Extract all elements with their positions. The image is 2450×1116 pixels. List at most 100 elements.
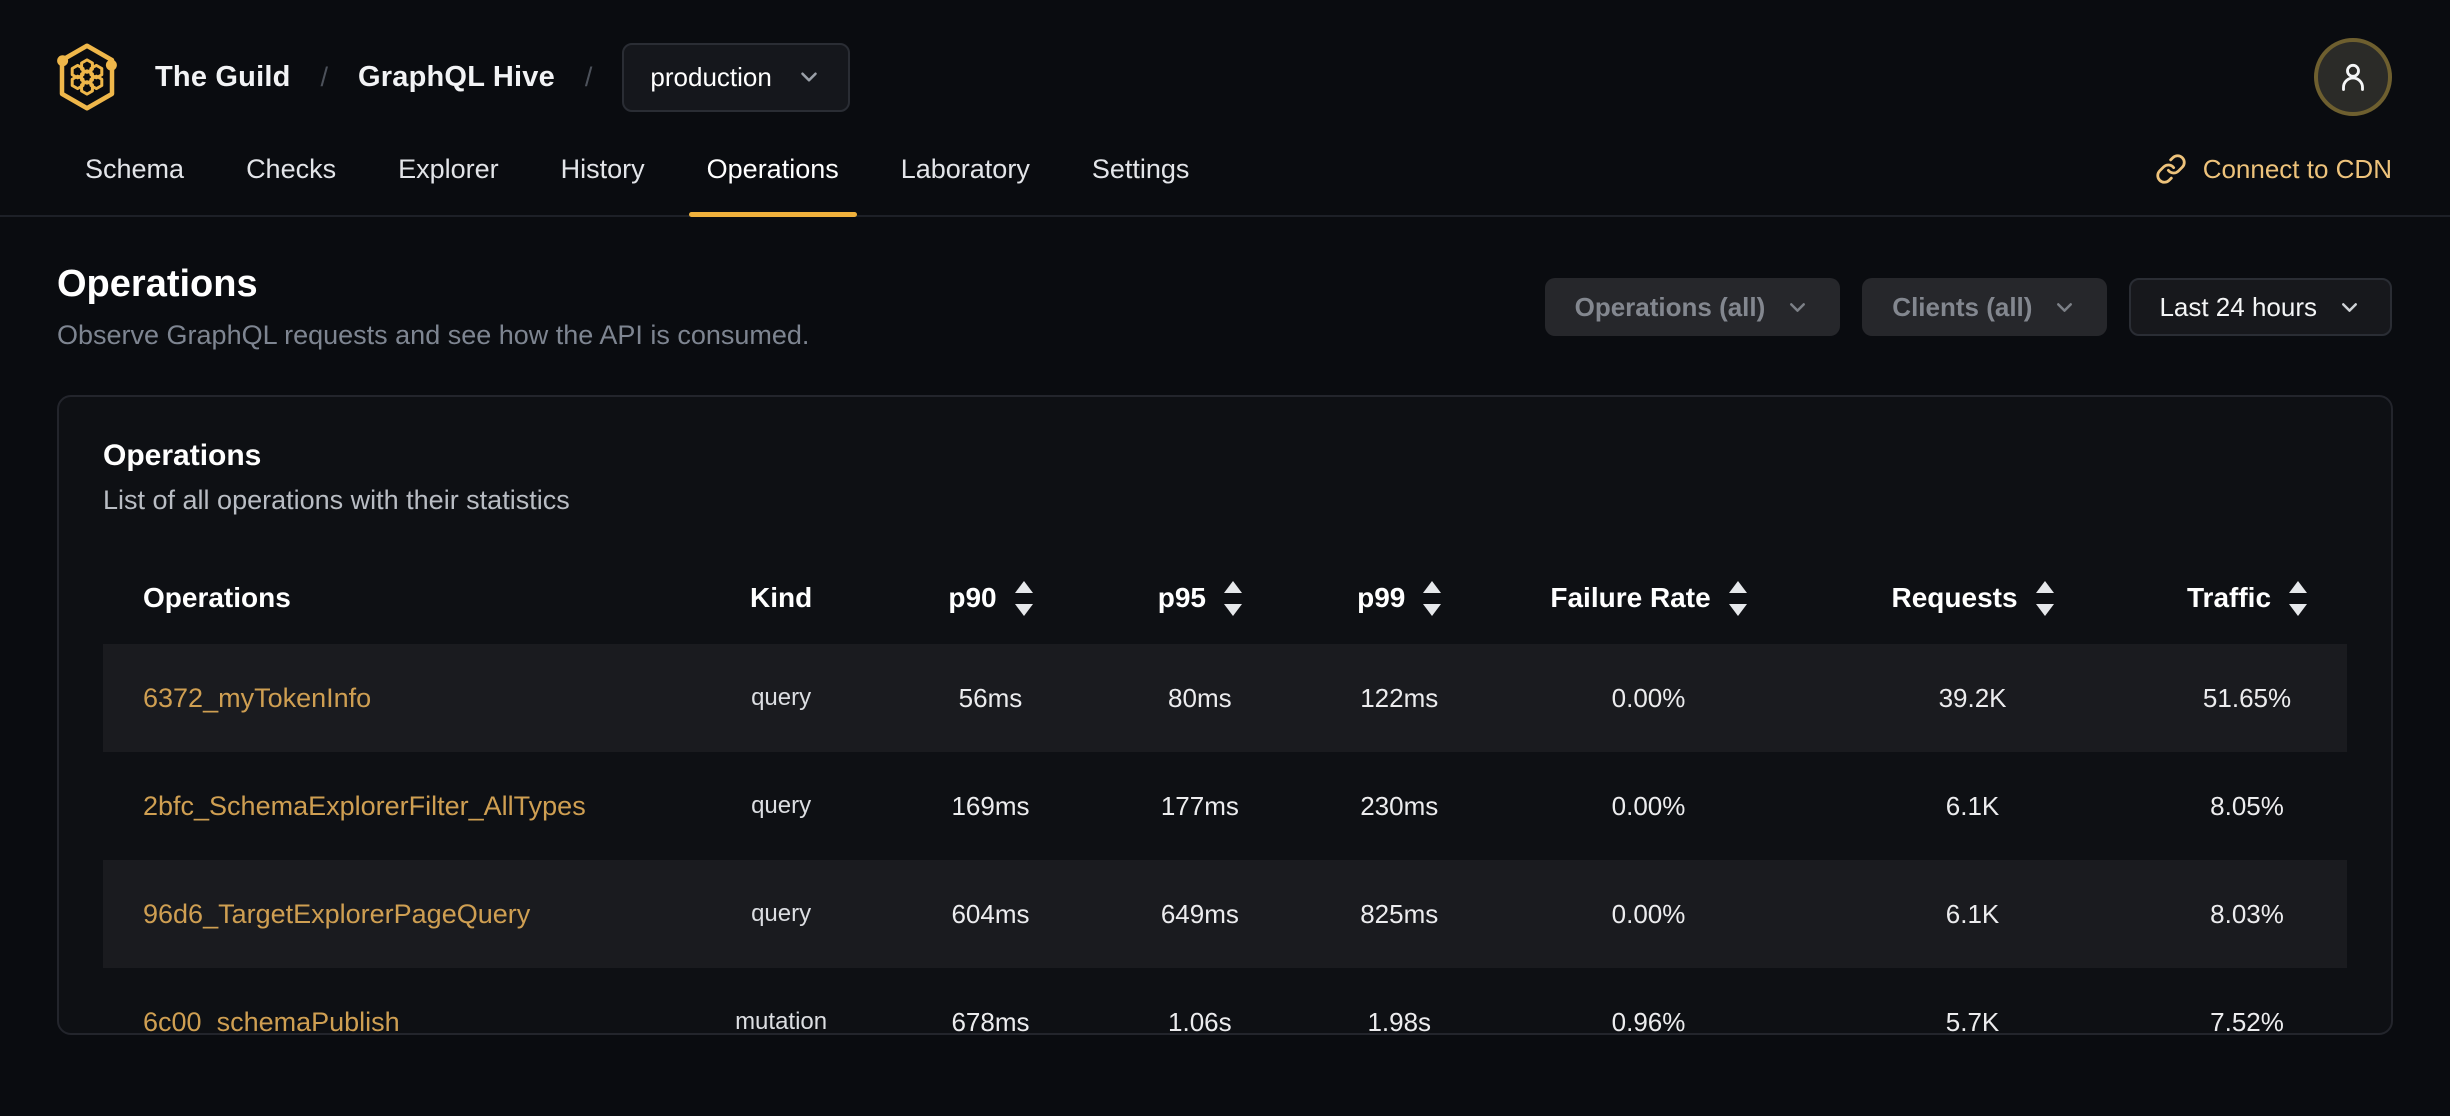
operation-name-cell: 6c00_schemaPublish (103, 1007, 681, 1034)
operation-link[interactable]: 6c00_schemaPublish (143, 1007, 400, 1034)
kind-cell: query (751, 792, 812, 819)
breadcrumb-separator: / (584, 61, 593, 92)
p90-cell: 56ms (958, 682, 1023, 713)
fail-cell: 0.00% (1611, 682, 1686, 713)
breadcrumb: The Guild / GraphQL Hive / production (57, 41, 850, 113)
column-header-p99[interactable]: p99 (1300, 580, 1499, 616)
tab-laboratory[interactable]: Laboratory (885, 140, 1046, 215)
main-nav: Schema Checks Explorer History Operations Lab… (0, 140, 2450, 217)
column-header-p95[interactable]: p95 (1100, 580, 1299, 616)
column-label: Kind (749, 582, 813, 613)
traffic-cell: 51.65% (2202, 682, 2292, 713)
top-header: The Guild / GraphQL Hive / production Sc… (0, 0, 2450, 217)
fail-cell: 0.00% (1611, 790, 1686, 821)
table-body: 6372_myTokenInfo query 56ms 80ms 122ms 0.00% 3… (103, 644, 2347, 1035)
target-selector[interactable]: production (622, 42, 850, 112)
card-subtitle: List of all operations with their statis… (103, 485, 570, 515)
chevron-down-icon (801, 72, 817, 82)
column-label: Operations (143, 582, 291, 613)
target-selector-value: production (650, 61, 772, 92)
chevron-down-icon (1790, 302, 1806, 312)
clients-filter-label: Clients (all) (1892, 291, 2033, 322)
period-filter-label: Last 24 hours (2159, 291, 2317, 322)
column-label: p99 (1357, 582, 1406, 613)
req-cell: 39.2K (1938, 682, 2007, 713)
clients-filter-dropdown[interactable]: Clients (all) (1862, 278, 2108, 336)
req-cell: 6.1K (1945, 898, 2000, 929)
operation-name-cell: 96d6_TargetExplorerPageQuery (103, 899, 681, 930)
tab-checks[interactable]: Checks (230, 140, 352, 215)
page-title: Operations (57, 263, 258, 305)
chevron-down-icon (2057, 302, 2073, 312)
kind-cell: query (751, 684, 812, 711)
sort-arrows-icon[interactable] (1423, 580, 1442, 616)
column-label: p95 (1157, 582, 1206, 613)
tab-schema[interactable]: Schema (69, 140, 200, 215)
p99-cell: 825ms (1360, 898, 1439, 929)
breadcrumb-project[interactable]: GraphQL Hive (358, 61, 555, 94)
column-header-p90[interactable]: p90 (881, 580, 1100, 616)
breadcrumb-separator: / (320, 61, 329, 92)
nav-tabs: Schema Checks Explorer History Operations Lab… (69, 140, 1206, 217)
operations-card: Operations List of all operations with t… (57, 395, 2393, 1035)
tab-history[interactable]: History (545, 140, 661, 215)
page-heading: Operations Observe GraphQL requests and … (57, 263, 809, 351)
operation-name-cell: 6372_myTokenInfo (103, 683, 681, 714)
user-icon (2342, 63, 2364, 91)
operations-page: Operations Observe GraphQL requests and … (0, 217, 2450, 1035)
period-filter-dropdown[interactable]: Last 24 hours (2129, 278, 2392, 336)
operations-filter-dropdown[interactable]: Operations (all) (1544, 278, 1841, 336)
traffic-cell: 8.05% (2210, 790, 2284, 821)
traffic-cell: 7.52% (2210, 1006, 2284, 1035)
operation-name-cell: 2bfc_SchemaExplorerFilter_AllTypes (103, 791, 681, 822)
column-header-fail[interactable]: Failure Rate (1499, 580, 1798, 616)
breadcrumb-org[interactable]: The Guild (155, 61, 291, 94)
p95-cell: 80ms (1168, 682, 1232, 713)
hive-logo-icon[interactable] (57, 41, 117, 113)
sort-arrows-icon[interactable] (2035, 580, 2054, 616)
p99-cell: 230ms (1360, 790, 1439, 821)
user-avatar[interactable] (2314, 38, 2392, 116)
column-label: p90 (948, 582, 997, 613)
tab-settings[interactable]: Settings (1076, 140, 1206, 215)
sort-arrows-icon[interactable] (1223, 580, 1242, 616)
sort-arrows-icon[interactable] (1014, 580, 1033, 616)
table-row: 6372_myTokenInfo query 56ms 80ms 122ms 0.00% 3… (103, 644, 2347, 752)
column-header-name: Operations (103, 582, 681, 614)
table-row: 6c00_schemaPublish mutation 678ms 1.06s 1.98… (103, 968, 2347, 1035)
link-icon (2156, 154, 2186, 184)
operation-link[interactable]: 96d6_TargetExplorerPageQuery (143, 899, 530, 930)
tab-operations[interactable]: Operations (688, 140, 857, 217)
traffic-cell: 8.03% (2210, 898, 2284, 929)
req-cell: 6.1K (1945, 790, 2000, 821)
column-header-kind: Kind (681, 582, 880, 614)
table-row: 2bfc_SchemaExplorerFilter_AllTypes query 1… (103, 752, 2347, 860)
table-row: 96d6_TargetExplorerPageQuery query 604ms 64… (103, 860, 2347, 968)
sort-arrows-icon[interactable] (1728, 580, 1747, 616)
page-subtitle: Observe GraphQL requests and see how the… (57, 320, 810, 350)
fail-cell: 0.00% (1611, 898, 1686, 929)
p99-cell: 122ms (1360, 682, 1439, 713)
p95-cell: 649ms (1160, 898, 1239, 929)
chevron-down-icon (2342, 302, 2357, 312)
column-header-traffic[interactable]: Traffic (2147, 580, 2347, 616)
column-label: Traffic (2187, 582, 2272, 613)
p90-cell: 678ms (951, 1006, 1030, 1035)
connect-to-cdn-link[interactable]: Connect to CDN (2155, 153, 2392, 185)
fail-cell: 0.96% (1611, 1006, 1686, 1035)
operations-table: Operations Kind p90 p95 p99 Failure Rate Reque… (103, 552, 2347, 1035)
filter-bar: Operations (all) Clients (all) Last 24 h… (1544, 278, 2392, 336)
operation-link[interactable]: 2bfc_SchemaExplorerFilter_AllTypes (143, 791, 586, 822)
column-header-req[interactable]: Requests (1798, 580, 2147, 616)
column-label: Failure Rate (1550, 582, 1711, 613)
kind-cell: mutation (735, 1008, 828, 1035)
p90-cell: 604ms (951, 898, 1030, 929)
table-header-row: Operations Kind p90 p95 p99 Failure Rate Reque… (103, 552, 2347, 644)
tab-explorer[interactable]: Explorer (382, 140, 515, 215)
req-cell: 5.7K (1945, 1006, 2000, 1035)
sort-arrows-icon[interactable] (2289, 580, 2308, 616)
p95-cell: 177ms (1160, 790, 1239, 821)
p95-cell: 1.06s (1168, 1006, 1232, 1035)
connect-to-cdn-label: Connect to CDN (2202, 153, 2392, 184)
operation-link[interactable]: 6372_myTokenInfo (143, 683, 371, 714)
